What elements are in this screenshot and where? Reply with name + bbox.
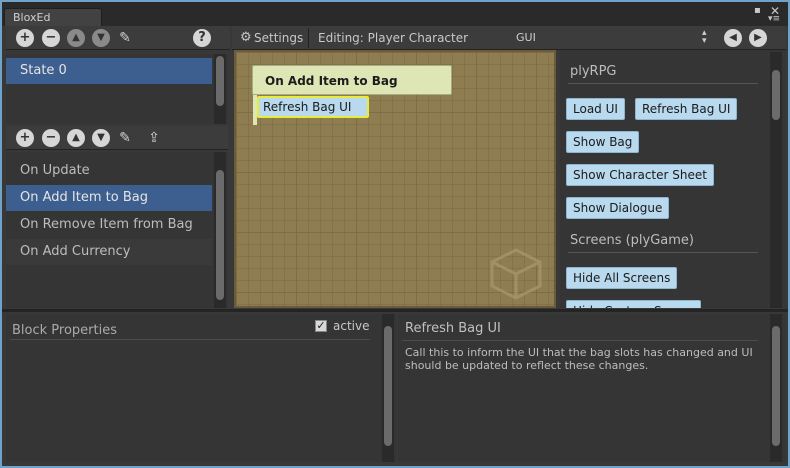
palette-block[interactable]: Hide Custom Screen — [566, 300, 701, 308]
upload-icon[interactable]: ⇪ — [145, 129, 163, 147]
bloxed-window: BloxEd ▪ ✕ ▾≡ + − ▲ ▼ ✎ ? ⚙ Settings Edi… — [0, 0, 790, 468]
help-scrollbar[interactable] — [770, 314, 782, 462]
help-icon[interactable]: ? — [193, 29, 211, 47]
divider — [308, 28, 309, 48]
scroll-thumb[interactable] — [772, 326, 780, 446]
states-scrollbar[interactable] — [214, 54, 226, 124]
events-list: On Update On Add Item to Bag On Remove I… — [6, 152, 228, 308]
maximize-icon[interactable]: ▪ — [754, 5, 761, 16]
events-scrollbar[interactable] — [214, 152, 226, 308]
block-properties-panel: Block Properties ✓ active — [6, 314, 396, 462]
scroll-thumb[interactable] — [216, 56, 224, 106]
edit-icon[interactable]: ✎ — [116, 29, 134, 47]
palette-block[interactable]: Show Bag — [566, 131, 640, 153]
palette-block[interactable]: Refresh Bag UI — [635, 98, 738, 120]
context-select-value: GUI — [516, 31, 536, 44]
divider — [10, 339, 370, 340]
event-item[interactable]: On Update — [6, 158, 212, 184]
divider — [568, 83, 758, 84]
nav-forward-icon[interactable]: ▶ — [749, 29, 767, 47]
palette-block-clip: Hide Custom Screen — [566, 300, 701, 308]
divider — [402, 340, 758, 341]
divider — [568, 252, 758, 253]
move-down-icon[interactable]: ▼ — [92, 29, 110, 47]
select-arrows-icon: ▴ ▾ — [702, 28, 707, 46]
window-tab[interactable]: BloxEd — [4, 8, 102, 26]
context-select[interactable]: GUI ▴ ▾ — [508, 28, 714, 48]
help-title: Refresh Bag UI — [405, 321, 501, 336]
checkbox-icon[interactable]: ✓ — [315, 320, 327, 332]
window-menu-icon[interactable]: ▾≡ — [768, 14, 780, 24]
editor-toolbar: ⚙ Settings Editing: Player Character GUI… — [232, 26, 786, 50]
move-down-icon[interactable]: ▼ — [92, 129, 110, 147]
action-block-selected[interactable]: Refresh Bag UI — [257, 96, 369, 118]
remove-icon[interactable]: − — [42, 129, 60, 147]
palette-scrollbar[interactable] — [770, 52, 782, 308]
palette-block[interactable]: Show Character Sheet — [566, 164, 714, 186]
nav-back-icon[interactable]: ◀ — [724, 29, 742, 47]
add-icon[interactable]: + — [16, 129, 34, 147]
help-text: Call this to inform the UI that the bag … — [405, 346, 753, 372]
gear-icon[interactable]: ⚙ — [240, 30, 252, 45]
event-block[interactable]: On Add Item to Bag — [252, 65, 452, 95]
active-label: active — [333, 319, 370, 333]
title-bar: BloxEd ▪ ✕ ▾≡ — [2, 2, 788, 26]
palette-block[interactable]: Load UI — [566, 98, 625, 120]
move-up-icon[interactable]: ▲ — [67, 129, 85, 147]
scroll-thumb[interactable] — [772, 70, 780, 120]
splitter[interactable] — [2, 309, 788, 312]
properties-scrollbar[interactable] — [382, 314, 394, 462]
event-item-selected[interactable]: On Add Item to Bag — [6, 185, 212, 211]
states-list: State 0 — [6, 54, 228, 124]
palette-section-heading: Screens (plyGame) — [570, 233, 695, 248]
scroll-thumb[interactable] — [216, 170, 224, 300]
event-item[interactable]: On Remove Item from Bag — [6, 212, 212, 238]
editing-label: Editing: Player Character — [318, 31, 469, 45]
cube-watermark-icon — [490, 248, 542, 300]
settings-button[interactable]: Settings — [254, 31, 303, 45]
palette-section-heading: plyRPG — [570, 64, 617, 79]
events-toolbar: + − ▲ ▼ ✎ ⇪ — [6, 126, 228, 150]
palette-block[interactable]: Hide All Screens — [566, 267, 678, 289]
states-toolbar: + − ▲ ▼ ✎ ? — [6, 26, 230, 50]
scroll-thumb[interactable] — [384, 326, 392, 446]
edit-icon[interactable]: ✎ — [116, 129, 134, 147]
palette-block[interactable]: Show Dialogue — [566, 197, 670, 219]
move-up-icon[interactable]: ▲ — [67, 29, 85, 47]
add-icon[interactable]: + — [16, 29, 34, 47]
remove-icon[interactable]: − — [42, 29, 60, 47]
properties-title: Block Properties — [12, 323, 117, 338]
event-item[interactable]: On Add Currency — [6, 239, 212, 265]
state-item[interactable]: State 0 — [6, 58, 212, 84]
help-panel: Refresh Bag UI Call this to inform the U… — [398, 314, 786, 462]
